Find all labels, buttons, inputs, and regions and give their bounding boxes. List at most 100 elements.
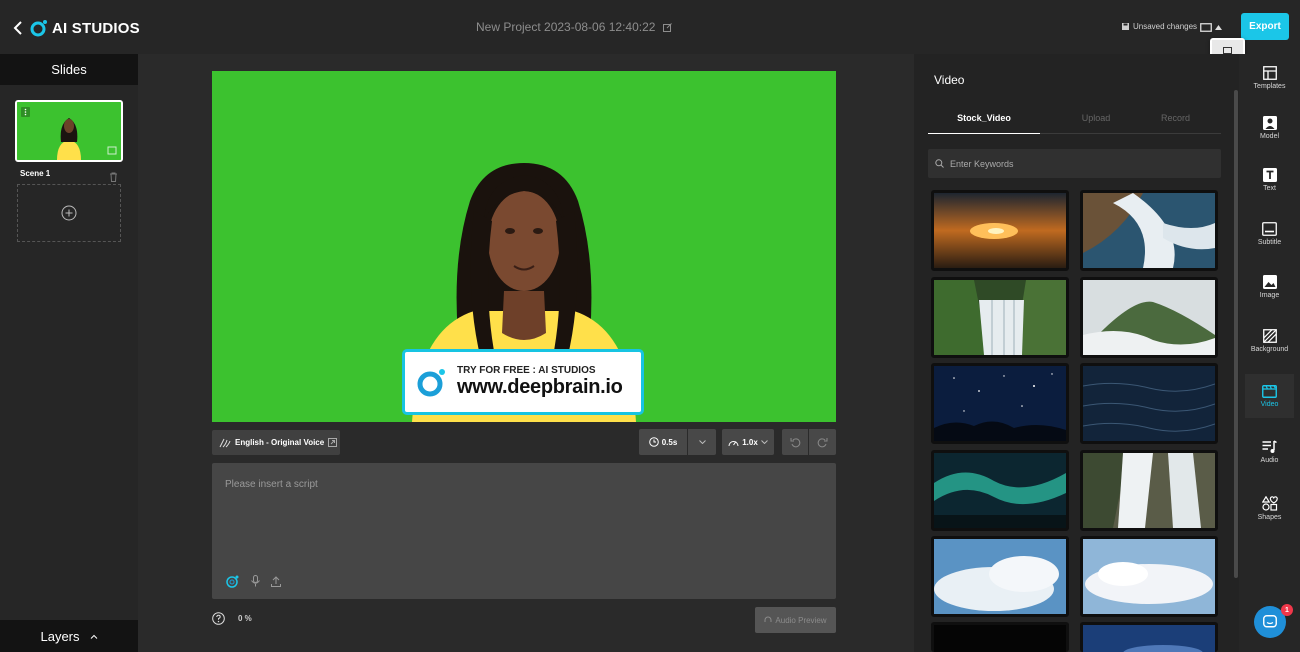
logo-icon [30, 20, 47, 37]
script-editor [212, 463, 836, 599]
rail-label: Templates [1253, 83, 1286, 90]
rail-shapes[interactable]: Shapes [1245, 486, 1294, 530]
watermark-tagline: TRY FOR FREE : AI STUDIOS [457, 365, 596, 376]
project-title-text: New Project 2023-08-06 12:40:22 [476, 20, 656, 34]
pause-duration-button[interactable]: 0.5s [639, 429, 687, 455]
plus-circle-icon [61, 205, 77, 221]
script-input[interactable] [212, 463, 836, 563]
background-icon [1262, 329, 1277, 343]
image-icon [1262, 275, 1277, 289]
video-icon [1262, 384, 1277, 398]
audio-preview-label: Audio Preview [775, 615, 827, 625]
text-icon [1262, 168, 1277, 182]
rail-text[interactable]: Text [1245, 158, 1294, 202]
stock-video-dark-ocean[interactable] [1080, 363, 1218, 444]
rail-templates[interactable]: Templates [1245, 56, 1294, 100]
subtitle-icon [1262, 222, 1277, 236]
rail-image[interactable]: Image [1245, 265, 1294, 309]
external-link-icon [328, 438, 338, 447]
speed-selector[interactable]: 1.0x [722, 429, 774, 455]
ai-assist-icon [225, 575, 238, 588]
add-scene-button[interactable] [17, 184, 121, 242]
rail-label: Video [1260, 400, 1279, 408]
stock-video-dark[interactable] [931, 622, 1069, 652]
voice-selector[interactable]: English - Original Voice [212, 430, 340, 455]
brand-name: AI STUDIOS [52, 19, 140, 37]
stock-video-starry-sky[interactable] [931, 363, 1069, 444]
chevron-up-icon [90, 634, 97, 639]
help-icon[interactable] [212, 612, 225, 625]
keyword-search [928, 149, 1221, 178]
upload-script-button[interactable] [269, 574, 283, 588]
delete-scene-button[interactable] [109, 169, 118, 182]
app-logo: AI STUDIOS [30, 16, 140, 40]
rail-model[interactable]: Model [1245, 106, 1294, 150]
audio-preview-button[interactable]: Audio Preview [755, 607, 836, 633]
layers-label: Layers [40, 628, 80, 644]
microphone-button[interactable] [248, 574, 262, 588]
shapes-icon [1261, 495, 1278, 511]
stock-video-aurora[interactable] [931, 450, 1069, 531]
chevron-left-icon [13, 21, 22, 35]
watermark-text: TRY FOR FREE : AI STUDIOS www.deepbrain.… [457, 365, 623, 399]
audio-icon [1262, 440, 1277, 453]
tab-stock-video[interactable]: Stock_Video [928, 113, 1040, 134]
rail-audio[interactable]: Audio [1245, 430, 1294, 474]
undo-icon [790, 437, 800, 447]
pause-dropdown-button[interactable] [688, 429, 716, 455]
undo-button[interactable] [782, 429, 808, 455]
watermark-banner: TRY FOR FREE : AI STUDIOS www.deepbrain.… [402, 349, 644, 415]
landscape-icon [1223, 46, 1232, 54]
upload-icon [271, 575, 281, 587]
layers-toggle[interactable]: Layers [0, 620, 138, 652]
chevron-down-icon [698, 440, 706, 444]
panel-title: Video [934, 73, 965, 87]
export-button[interactable]: Export [1241, 13, 1289, 40]
tab-record[interactable]: Record [1130, 113, 1221, 134]
rail-video[interactable]: Video [1245, 374, 1294, 418]
redo-icon [817, 437, 828, 447]
presenter-thumbnail [17, 102, 121, 160]
pause-value: 0.5s [661, 437, 678, 447]
stock-video-clouds-blue[interactable] [931, 536, 1069, 617]
unsaved-label: Unsaved changes [1133, 22, 1198, 31]
rail-label: Model [1259, 133, 1280, 140]
watermark-url: www.deepbrain.io [457, 376, 623, 398]
project-title[interactable]: New Project 2023-08-06 12:40:22 [476, 20, 673, 34]
stock-video-waterfall-rocks[interactable] [1080, 450, 1218, 531]
model-icon [1262, 116, 1277, 130]
stock-video-blue-sky[interactable] [1080, 622, 1218, 652]
rail-subtitle[interactable]: Subtitle [1245, 212, 1294, 256]
aspect-ratio-button[interactable] [1200, 20, 1226, 34]
rail-label: Subtitle [1257, 239, 1282, 246]
rail-label: Audio [1260, 457, 1279, 464]
stock-video-cloud-sea[interactable] [1080, 536, 1218, 617]
script-progress: 0 % [238, 614, 252, 623]
rail-label: Text [1263, 185, 1276, 192]
redo-button[interactable] [809, 429, 836, 455]
notification-badge: 1 [1281, 604, 1293, 616]
ai-assist-button[interactable] [225, 574, 239, 588]
stock-video-misty-mountain[interactable] [1080, 277, 1218, 358]
edit-icon[interactable] [663, 22, 673, 32]
rail-label: Background [1250, 346, 1289, 353]
stock-video-waterfall-cliff[interactable] [931, 277, 1069, 358]
rail-background[interactable]: Background [1245, 319, 1294, 363]
scene-label: Scene 1 [20, 169, 51, 178]
clock-icon [648, 437, 659, 447]
trash-icon [110, 172, 117, 182]
logo-icon [417, 369, 445, 397]
chat-icon [1263, 615, 1277, 628]
caret-up-icon [1215, 24, 1222, 30]
scene-thumbnail[interactable] [15, 100, 123, 162]
voice-label: English - Original Voice [235, 438, 325, 447]
stock-video-sunset-reflection[interactable] [931, 190, 1069, 271]
back-button[interactable] [8, 16, 28, 40]
slides-header: Slides [0, 54, 138, 85]
panel-scrollbar[interactable] [1234, 90, 1238, 578]
unsaved-status: Unsaved changes [1122, 22, 1197, 31]
stock-video-aerial-waves[interactable] [1080, 190, 1218, 271]
headphones-icon [764, 616, 772, 622]
search-input[interactable] [950, 158, 1210, 169]
chevron-down-icon [760, 440, 768, 444]
